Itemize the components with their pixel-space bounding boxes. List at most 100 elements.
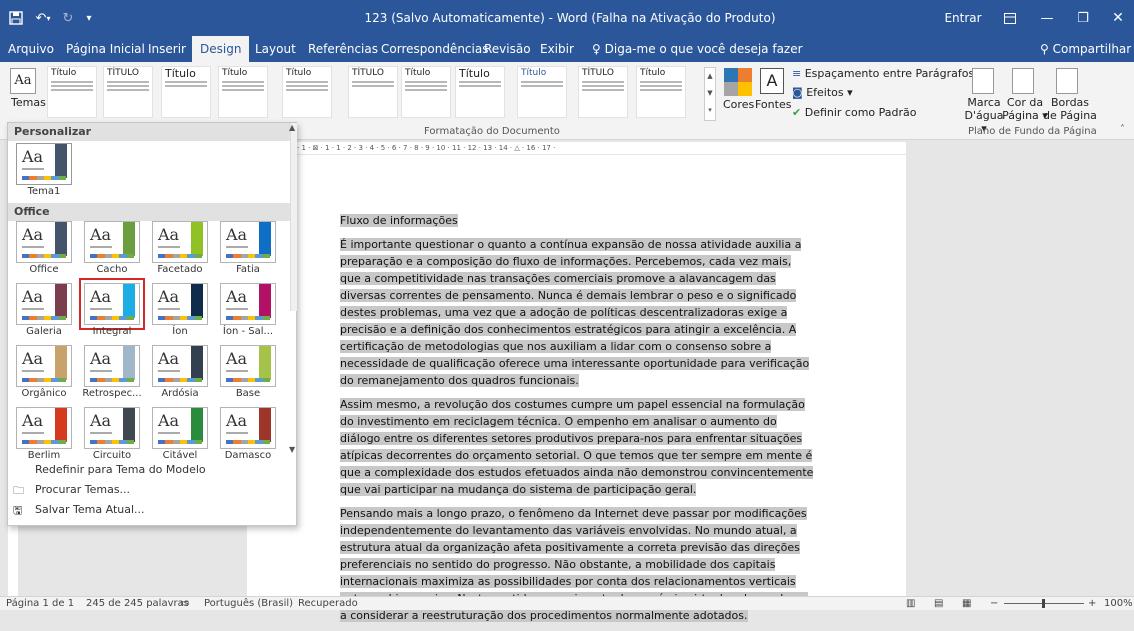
tab-revisao[interactable]: Revisão: [484, 36, 531, 62]
theme-accent-bar: [55, 222, 67, 256]
theme-thumb[interactable]: Aa: [152, 221, 208, 263]
themes-button[interactable]: Temas: [11, 96, 46, 109]
scroll-down-icon[interactable]: ▼: [289, 445, 295, 454]
word-count[interactable]: 245 de 245 palavras: [86, 598, 189, 609]
share-button[interactable]: ⚲ Compartilhar: [1040, 36, 1131, 62]
save-icon[interactable]: [4, 0, 28, 36]
theme-accent-bar: [55, 346, 67, 380]
page-borders-icon[interactable]: [1056, 68, 1078, 94]
minimize-icon[interactable]: —: [1030, 0, 1064, 36]
lightbulb-icon: ♀: [592, 42, 601, 56]
colors-button[interactable]: Cores: [723, 98, 754, 111]
tab-exibir[interactable]: Exibir: [540, 36, 574, 62]
vertical-ruler[interactable]: [8, 520, 18, 596]
theme-thumb[interactable]: Aa: [152, 283, 208, 325]
redo-icon[interactable]: ↻: [58, 0, 78, 36]
status-bar: Página 1 de 1 245 de 245 palavras ▭ Port…: [0, 596, 1134, 610]
horizontal-ruler[interactable]: · 1 · ⊠ · 1 · 1 · 2 · 3 · 4 · 5 · 6 · 7 …: [247, 142, 906, 154]
language-status[interactable]: Português (Brasil): [204, 598, 293, 609]
theme-preview-line: [22, 370, 44, 372]
tell-me-search[interactable]: ♀ Diga-me o que você deseja fazer: [592, 36, 803, 62]
zoom-level[interactable]: 100%: [1104, 598, 1133, 609]
theme-thumb[interactable]: Aa: [84, 407, 140, 449]
tab-design[interactable]: Design: [192, 36, 250, 62]
theme-preview-text: Aa: [158, 411, 180, 430]
collapse-ribbon-icon[interactable]: ˄: [1120, 124, 1125, 135]
page-borders-button[interactable]: Bordas de Página: [1040, 96, 1100, 122]
tab-inserir[interactable]: Inserir: [148, 36, 186, 62]
style-set-8[interactable]: Título: [455, 66, 505, 118]
web-layout-icon[interactable]: ▦: [962, 598, 971, 609]
style-set-7[interactable]: Título: [401, 66, 451, 118]
theme-thumb[interactable]: Aa: [84, 221, 140, 263]
tab-correspondencias[interactable]: Correspondências: [381, 36, 488, 62]
style-set-2[interactable]: TÍTULO: [103, 66, 153, 118]
style-set-5[interactable]: Título: [282, 66, 332, 118]
theme-thumb[interactable]: Aa: [152, 407, 208, 449]
restore-icon[interactable]: ❐: [1066, 0, 1100, 36]
colors-icon[interactable]: [724, 68, 752, 96]
ribbon-display-icon[interactable]: [994, 0, 1026, 36]
proofing-icon[interactable]: ▭: [180, 598, 189, 609]
read-mode-icon[interactable]: ▥: [906, 598, 915, 609]
close-icon[interactable]: ✕: [1102, 0, 1134, 36]
style-set-1[interactable]: Título: [47, 66, 97, 118]
theme-thumb[interactable]: Aa: [152, 345, 208, 387]
gallery-scrollbar[interactable]: [290, 123, 297, 311]
themes-icon[interactable]: Aa: [10, 68, 36, 94]
theme-swatches: [158, 440, 202, 444]
style-set-10[interactable]: TÍTULO: [578, 66, 628, 118]
print-layout-icon[interactable]: ▤: [934, 598, 943, 609]
page-color-icon[interactable]: [1012, 68, 1034, 94]
save-theme-item[interactable]: 🖫 Salvar Tema Atual...: [8, 499, 296, 519]
theme-swatches: [158, 316, 202, 320]
signin-link[interactable]: Entrar: [938, 0, 988, 36]
theme-thumb[interactable]: Aa: [220, 283, 276, 325]
fonts-button[interactable]: Fontes: [755, 98, 791, 111]
style-set-4[interactable]: Título: [218, 66, 268, 118]
browse-themes-item[interactable]: 🗀 Procurar Temas...: [8, 479, 296, 499]
tab-arquivo[interactable]: Arquivo: [8, 36, 54, 62]
tab-layout[interactable]: Layout: [255, 36, 296, 62]
style-set-6[interactable]: TÍTULO: [348, 66, 398, 118]
theme-label: Íon - Sal...: [222, 326, 274, 337]
theme-preview-text: Aa: [158, 225, 180, 244]
scroll-up-icon[interactable]: ▲: [289, 123, 295, 132]
undo-icon[interactable]: ↶ ▾: [30, 0, 56, 36]
style-gallery-scroll[interactable]: ▲ ▼ ▾: [704, 67, 716, 121]
theme-thumb[interactable]: Aa: [16, 283, 72, 325]
theme-thumb[interactable]: Aa: [220, 221, 276, 263]
customize-qat-icon[interactable]: ▾: [80, 0, 98, 36]
style-set-11[interactable]: Título: [636, 66, 686, 118]
theme-thumb[interactable]: Aa: [220, 345, 276, 387]
effects-icon: ◙: [792, 86, 803, 99]
theme-thumb[interactable]: Aa: [79, 278, 145, 330]
zoom-in-icon[interactable]: +: [1088, 598, 1096, 609]
page-count[interactable]: Página 1 de 1: [6, 598, 74, 609]
tab-referencias[interactable]: Referências: [308, 36, 378, 62]
theme-thumb[interactable]: Aa: [16, 345, 72, 387]
theme-accent-bar: [191, 346, 203, 380]
fonts-icon[interactable]: A: [760, 68, 784, 94]
theme-thumb[interactable]: Aa: [16, 221, 72, 263]
tab-pagina-inicial[interactable]: Página Inicial: [66, 36, 145, 62]
theme-preview-line: [226, 308, 248, 310]
theme-thumb[interactable]: Aa: [220, 407, 276, 449]
group-page-bg-label: Plano de Fundo da Página: [968, 126, 1097, 137]
theme-thumb[interactable]: Aa: [84, 345, 140, 387]
document-body[interactable]: Fluxo de informações É importante questi…: [340, 212, 815, 631]
watermark-icon[interactable]: [972, 68, 994, 94]
style-set-9[interactable]: Título: [517, 66, 567, 118]
style-set-3[interactable]: Título: [161, 66, 211, 118]
reset-theme-item[interactable]: Redefinir para Tema do Modelo: [8, 459, 296, 479]
theme-preview-line: [22, 432, 44, 434]
theme-thumb-tema1[interactable]: Aa: [16, 143, 72, 185]
paragraph-spacing-button[interactable]: ≡ Espaçamento entre Parágrafos ▾: [792, 67, 983, 80]
theme-preview-text: Aa: [22, 411, 44, 430]
effects-button[interactable]: ◙ Efeitos ▾: [792, 86, 853, 99]
set-default-button[interactable]: ✔ Definir como Padrão: [792, 106, 917, 119]
theme-thumb[interactable]: Aa: [16, 407, 72, 449]
zoom-out-icon[interactable]: −: [990, 598, 998, 609]
theme-label: Ardósia: [161, 388, 199, 399]
zoom-slider-thumb[interactable]: [1042, 599, 1045, 608]
